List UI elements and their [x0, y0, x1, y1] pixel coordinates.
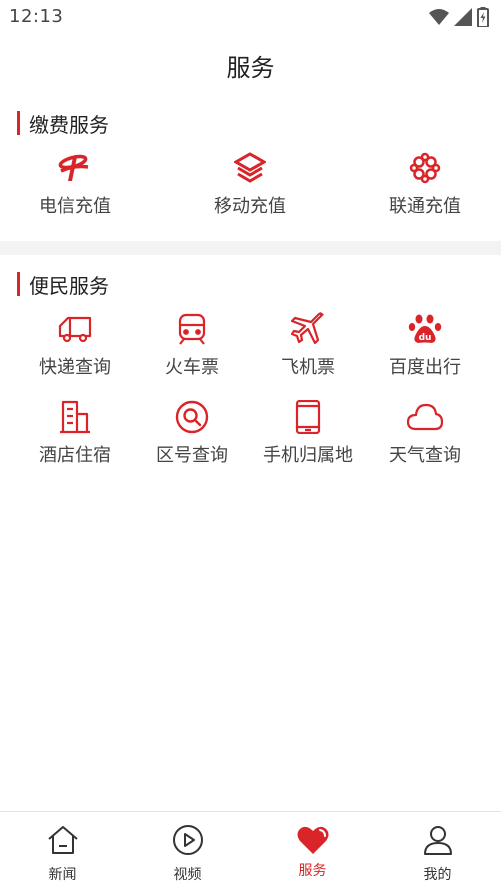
- service-label: 酒店住宿: [39, 445, 111, 466]
- status-bar: 12:13: [0, 0, 501, 36]
- service-label: 手机归属地: [263, 445, 353, 466]
- delivery-truck-icon: [57, 311, 93, 347]
- battery-charging-icon: [477, 7, 489, 27]
- section-title-payment: 缴费服务: [29, 112, 109, 137]
- service-label: 移动充值: [214, 196, 286, 217]
- service-label: 火车票: [165, 357, 219, 378]
- tab-news[interactable]: 新闻: [0, 812, 125, 892]
- service-label: 快递查询: [39, 357, 111, 378]
- service-label: 飞机票: [281, 357, 335, 378]
- service-label: 区号查询: [156, 445, 228, 466]
- service-label: 百度出行: [389, 357, 461, 378]
- status-icons: [429, 6, 489, 28]
- user-icon: [420, 822, 456, 858]
- service-train-ticket[interactable]: 火车票: [134, 311, 250, 391]
- play-circle-icon: [170, 822, 206, 858]
- service-mobile-recharge[interactable]: 移动充值: [165, 150, 335, 230]
- china-mobile-icon: [232, 150, 268, 186]
- service-phone-location[interactable]: 手机归属地: [250, 399, 366, 479]
- section-divider: [0, 241, 501, 255]
- cloud-icon: [407, 399, 443, 435]
- service-baidu-travel[interactable]: du 百度出行: [367, 311, 483, 391]
- bottom-tab-bar: 新闻 视频 服务 我的: [0, 811, 501, 892]
- tab-label: 视频: [173, 867, 202, 883]
- tab-label: 服务: [298, 863, 327, 879]
- search-magnifier-icon: [174, 399, 210, 435]
- page-title: 服务: [226, 54, 275, 82]
- section-title-convenience: 便民服务: [29, 273, 109, 298]
- section-accent-bar: [17, 272, 20, 296]
- service-unicom-recharge[interactable]: 联通充值: [340, 150, 501, 230]
- heart-icon: [295, 822, 331, 858]
- section-header-payment: 缴费服务: [17, 110, 109, 137]
- tab-label: 新闻: [48, 867, 77, 883]
- tab-service[interactable]: 服务: [250, 812, 375, 892]
- section-accent-bar: [17, 111, 20, 135]
- tab-label: 我的: [423, 867, 452, 883]
- tab-video[interactable]: 视频: [125, 812, 250, 892]
- train-icon: [174, 311, 210, 347]
- baidu-paw-icon: du: [407, 311, 443, 347]
- hotel-building-icon: [57, 399, 93, 435]
- service-label: 电信充值: [39, 196, 111, 217]
- tab-mine[interactable]: 我的: [375, 812, 500, 892]
- home-icon: [45, 822, 81, 858]
- mobile-phone-icon: [290, 399, 326, 435]
- service-hotel[interactable]: 酒店住宿: [17, 399, 133, 479]
- service-weather-query[interactable]: 天气查询: [367, 399, 483, 479]
- cell-signal-icon: [454, 8, 472, 26]
- section-header-convenience: 便民服务: [17, 271, 109, 298]
- service-label: 天气查询: [389, 445, 461, 466]
- service-flight-ticket[interactable]: 飞机票: [250, 311, 366, 391]
- china-unicom-icon: [407, 150, 443, 186]
- wifi-icon: [429, 9, 449, 25]
- airplane-icon: [290, 311, 326, 347]
- service-telecom-recharge[interactable]: 电信充值: [0, 150, 160, 230]
- svg-text:du: du: [419, 333, 432, 343]
- china-telecom-icon: [57, 150, 93, 186]
- status-time: 12:13: [9, 6, 64, 27]
- service-area-code-query[interactable]: 区号查询: [134, 399, 250, 479]
- service-label: 联通充值: [389, 196, 461, 217]
- service-express-query[interactable]: 快递查询: [17, 311, 133, 391]
